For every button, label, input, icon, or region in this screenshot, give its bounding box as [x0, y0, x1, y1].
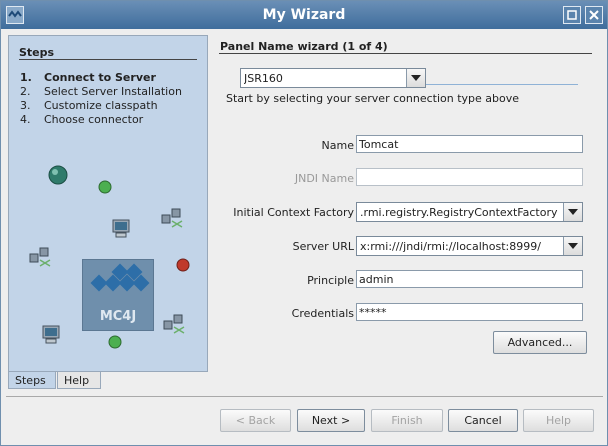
- chevron-down-icon[interactable]: [563, 203, 582, 221]
- computer-icon: [42, 325, 60, 344]
- server-url-value: x:rmi:///jndi/rmi://localhost:8999/: [360, 240, 541, 253]
- status-dot-icon: [176, 258, 190, 272]
- chevron-down-icon[interactable]: [563, 237, 582, 255]
- chevron-down-icon[interactable]: [406, 69, 425, 87]
- principle-field[interactable]: admin: [356, 270, 583, 288]
- finish-button[interactable]: Finish: [371, 409, 443, 432]
- step-label: Customize classpath: [44, 99, 158, 112]
- close-icon[interactable]: [585, 6, 603, 24]
- step-item: 3. Customize classpath: [20, 99, 158, 112]
- credentials-field[interactable]: *****: [356, 303, 583, 321]
- status-dot-icon: [108, 335, 122, 349]
- tab-help[interactable]: Help: [57, 372, 101, 389]
- step-number: 4.: [20, 113, 31, 126]
- steps-divider: [19, 59, 197, 60]
- principle-label: Principle: [307, 274, 354, 287]
- steps-title: Steps: [19, 46, 55, 59]
- connection-hint: Start by selecting your server connectio…: [226, 92, 519, 105]
- cancel-button[interactable]: Cancel: [448, 409, 518, 432]
- globe-icon: [48, 165, 68, 185]
- step-number: 2.: [20, 85, 31, 98]
- server-url-select[interactable]: x:rmi:///jndi/rmi://localhost:8999/: [356, 236, 583, 256]
- next-button[interactable]: Next >: [297, 409, 365, 432]
- context-factory-label: Initial Context Factory: [233, 206, 354, 219]
- maximize-icon[interactable]: [563, 6, 581, 24]
- step-number: 3.: [20, 99, 31, 112]
- network-icon: [161, 208, 183, 228]
- panel-divider: [219, 53, 592, 54]
- network-icon: [29, 247, 51, 267]
- status-dot-icon: [98, 180, 112, 194]
- panel-title: Panel Name wizard (1 of 4): [220, 40, 388, 53]
- server-url-label: Server URL: [292, 240, 354, 253]
- title-bar[interactable]: My Wizard: [1, 1, 607, 29]
- step-item: 2. Select Server Installation: [20, 85, 182, 98]
- mc4j-logo: MC4J: [82, 259, 154, 331]
- name-field[interactable]: Tomcat: [356, 135, 583, 153]
- connection-type-value: JSR160: [244, 72, 283, 85]
- name-label: Name: [321, 139, 354, 152]
- network-icon: [163, 314, 185, 334]
- step-label: Select Server Installation: [44, 85, 182, 98]
- context-factory-value: .rmi.registry.RegistryContextFactory: [360, 206, 558, 219]
- tab-steps[interactable]: Steps: [8, 372, 56, 389]
- footer-divider: [6, 396, 603, 397]
- help-button[interactable]: Help: [523, 409, 594, 432]
- logo-text: MC4J: [99, 309, 137, 324]
- window-title: My Wizard: [262, 7, 346, 23]
- wizard-panel: Panel Name wizard (1 of 4) JSR160 Start …: [214, 35, 604, 370]
- steps-panel: Steps 1. Connect to Server 2. Select Serve…: [8, 35, 208, 372]
- step-item: 4. Choose connector: [20, 113, 143, 126]
- back-button[interactable]: < Back: [220, 409, 291, 432]
- credentials-label: Credentials: [291, 307, 354, 320]
- advanced-button[interactable]: Advanced...: [493, 331, 587, 354]
- step-number: 1.: [20, 71, 32, 84]
- step-label: Choose connector: [44, 113, 144, 126]
- step-item: 1. Connect to Server: [20, 71, 156, 84]
- jndi-name-label: JNDI Name: [294, 172, 354, 185]
- step-label: Connect to Server: [44, 71, 156, 84]
- computer-icon: [112, 219, 130, 238]
- jndi-name-field[interactable]: [356, 168, 583, 186]
- wizard-window: My Wizard Steps 1. Connect to Server 2. Se…: [0, 0, 608, 446]
- context-factory-select[interactable]: .rmi.registry.RegistryContextFactory: [356, 202, 583, 222]
- connection-type-select[interactable]: JSR160: [240, 68, 426, 88]
